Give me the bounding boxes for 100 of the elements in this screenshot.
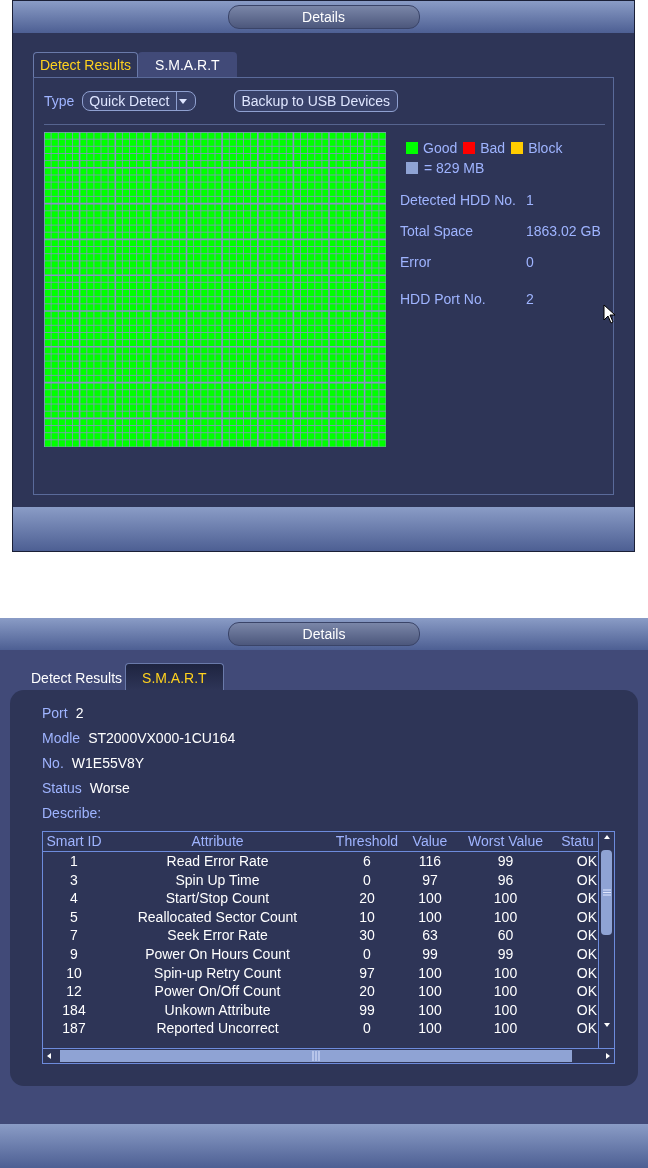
table-cell: 60 [497, 927, 514, 944]
table-cell: 96 [497, 871, 514, 888]
table-cell: 10 [359, 908, 375, 925]
info-label: Error [400, 253, 433, 270]
table-cell: Start/Stop Count [165, 890, 270, 907]
tab[interactable]: Detect Results [33, 52, 139, 77]
field-label: Modle [42, 729, 81, 746]
table-cell: 100 [493, 908, 518, 925]
table-cell: 30 [359, 927, 375, 944]
info-label: Detected HDD No. [400, 191, 517, 208]
info-value: 0 [526, 253, 535, 270]
backup-button[interactable]: Backup to USB Devices [233, 90, 399, 112]
table-cell: 6 [363, 853, 371, 869]
table-cell: 5 [70, 908, 78, 925]
info-value: 1 [526, 191, 535, 208]
table-cell: 20 [359, 890, 375, 907]
info-value: 1863.02 GB [526, 222, 601, 239]
tab[interactable]: S.M.A.R.T [125, 663, 224, 690]
field-label: Status [42, 779, 82, 796]
caret-icon [178, 98, 187, 104]
info-label: HDD Port No. [400, 290, 487, 307]
table-cell: 9 [70, 945, 78, 962]
table-cell: OK [576, 983, 597, 1000]
table-cell: 99 [422, 945, 438, 962]
table-cell: OK [576, 927, 597, 944]
field-value: W1E55V8Y [71, 754, 145, 771]
legend-label: = 829 MB [424, 160, 485, 176]
table-cell: Spin-up Retry Count [154, 964, 281, 981]
column-header: Worst Value [456, 832, 555, 852]
table-cell: 12 [66, 983, 82, 1000]
scrollbar-thumb[interactable] [60, 1050, 572, 1062]
table-cell: OK [576, 945, 597, 962]
scrollbar-thumb[interactable] [601, 850, 612, 935]
table-cell: OK [576, 1020, 597, 1037]
field-label: Port [42, 704, 68, 721]
column-header: Smart ID [43, 832, 105, 852]
table-cell: 184 [62, 1001, 86, 1018]
table-cell: 3 [70, 871, 78, 888]
info-label: Total Space [400, 222, 475, 239]
table-cell: Unkown Attribute [164, 1001, 271, 1018]
table-cell: 187 [62, 1020, 86, 1037]
table-cell: 0 [363, 871, 371, 888]
field-label: Describe: [42, 804, 102, 821]
table-cell: 100 [493, 1001, 518, 1018]
tab[interactable]: S.M.A.R.T [138, 52, 237, 77]
table-cell: Power On/Off Count [154, 983, 281, 1000]
field-label: No. [42, 754, 64, 771]
table-cell: 100 [418, 1020, 442, 1037]
table-cell: 100 [493, 964, 518, 981]
table-cell: 7 [70, 927, 78, 944]
table-cell: 97 [359, 964, 375, 981]
table-cell: Reported Uncorrect [156, 1020, 279, 1037]
table-cell: OK [576, 871, 597, 888]
info-value: 2 [526, 290, 535, 307]
table-cell: 116 [418, 853, 442, 869]
table-cell: OK [576, 853, 597, 869]
table-cell: 4 [70, 890, 78, 907]
table-cell: 63 [422, 927, 438, 944]
table-cell: 20 [359, 983, 375, 1000]
field-value: ST2000VX000-1CU164 [88, 729, 236, 746]
table-cell: 99 [497, 945, 514, 962]
legend-label: Good [423, 140, 458, 156]
table-cell: 100 [493, 1020, 518, 1037]
table-cell: OK [576, 890, 597, 907]
table-cell: 100 [418, 890, 442, 907]
legend-label: Bad [480, 140, 506, 156]
table-cell: 0 [363, 945, 371, 962]
column-header: Value [404, 832, 456, 852]
dialog-title: Details [228, 622, 420, 646]
grip-icon [312, 1051, 320, 1061]
table-cell: Read Error Rate [166, 853, 269, 869]
table-cell: Power On Hours Count [145, 945, 290, 962]
table-cell: 0 [363, 1020, 371, 1037]
table-cell: 100 [418, 908, 442, 925]
type-dropdown[interactable]: Quick Detect [82, 91, 196, 111]
table-cell: 1 [70, 853, 78, 869]
mouse-cursor-icon [603, 304, 617, 324]
table-cell: 100 [493, 983, 518, 1000]
table-cell: 99 [359, 1001, 375, 1018]
table-cell: 99 [497, 853, 514, 869]
table-cell: OK [576, 908, 597, 925]
dialog-title: Details [227, 5, 420, 29]
table-cell: 100 [418, 983, 442, 1000]
grip-icon [602, 889, 611, 896]
table-cell: Seek Error Rate [167, 927, 268, 944]
table-cell: 100 [418, 964, 442, 981]
table-cell: 10 [66, 964, 82, 981]
table-cell: 97 [422, 871, 438, 888]
field-value: Worse [89, 779, 130, 796]
tab[interactable]: Detect Results [28, 665, 126, 690]
legend-label: Block [528, 140, 563, 156]
column-header: Attribute [105, 832, 330, 852]
column-header: Threshold [330, 832, 404, 852]
field-label: Type [44, 93, 75, 109]
table-cell: Spin Up Time [175, 871, 260, 888]
table-cell: OK [576, 1001, 597, 1018]
table-cell: Reallocated Sector Count [137, 908, 298, 925]
field-value: 2 [75, 704, 84, 721]
table-cell: 100 [418, 1001, 442, 1018]
table-cell: OK [576, 964, 597, 981]
